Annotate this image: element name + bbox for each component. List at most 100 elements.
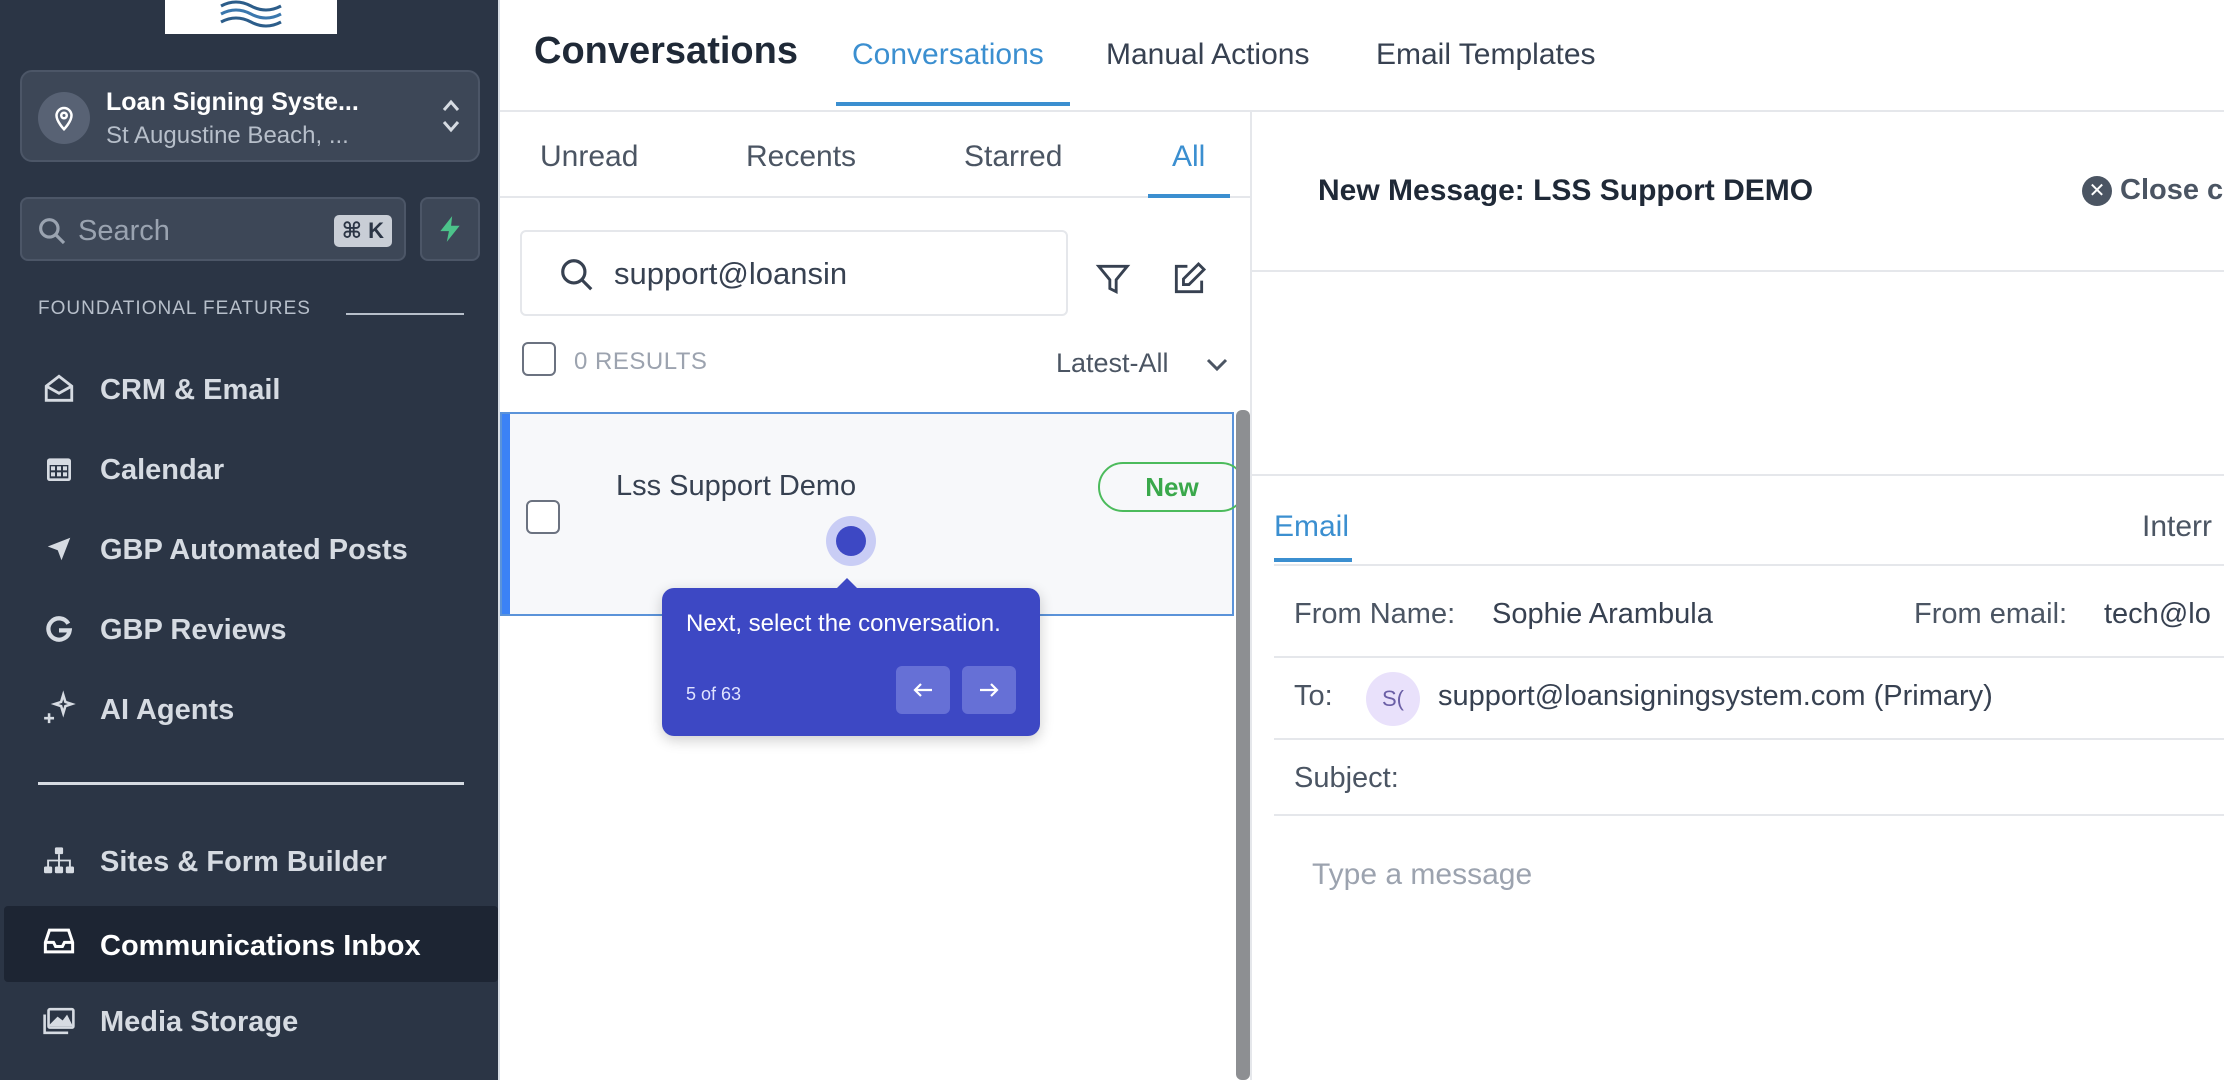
location-address: St Augustine Beach, ... [106,122,349,149]
avatar: S( [1366,672,1420,726]
subject-input[interactable] [1462,752,2202,806]
arrow-right-icon [980,683,999,697]
tab-email-templates[interactable]: Email Templates [1376,38,1596,72]
tour-step-count: 5 of 63 [686,684,742,704]
selected-accent [502,414,510,614]
tab-manual-actions[interactable]: Manual Actions [1106,38,1309,72]
lightning-icon [440,216,460,242]
images-icon [42,1004,76,1038]
sidebar-item-calendar[interactable]: Calendar [4,438,498,500]
from-divider [1274,656,2224,658]
quick-actions-button[interactable] [420,197,480,261]
section-label: FOUNDATIONAL FEATURES [38,298,311,319]
filter-tab-recents[interactable]: Recents [746,140,856,174]
tabs-divider [1274,564,2224,566]
tooltip-arrow [836,578,858,589]
sparkle-icon [42,690,76,726]
location-pin-icon [38,92,90,144]
sidebar-item-communications-inbox[interactable]: Communications Inbox [4,906,498,982]
from-name-value[interactable]: Sophie Arambula [1492,598,1713,631]
to-recipient[interactable]: support@loansigningsystem.com (Primary) [1438,680,1993,713]
conversation-search-value: support@loansin [614,256,848,291]
message-body-input[interactable]: Type a message [1312,858,1532,892]
subject-label: Subject: [1294,762,1399,794]
search-icon [561,259,593,291]
send-arrow-icon [42,532,76,566]
sidebar-item-crm-email[interactable]: CRM & Email [4,358,498,420]
filter-divider [500,196,1250,198]
tab-email[interactable]: Email [1274,510,1349,544]
sidebar-item-sites-form-builder[interactable]: Sites & Form Builder [4,830,498,892]
filter-tab-unread[interactable]: Unread [540,140,638,174]
calendar-icon [42,452,76,486]
sidebar-item-gbp-automated-posts[interactable]: GBP Automated Posts [4,518,498,580]
sidebar-item-label: Calendar [100,454,225,486]
email-tab-underline [1274,558,1352,562]
tour-beacon[interactable] [826,516,876,566]
search-placeholder: Search [78,215,170,247]
chevron-down-icon[interactable] [1204,356,1230,374]
close-label: Close c [2120,174,2224,206]
tour-prev-button[interactable] [896,666,950,714]
sidebar-item-label: Media Storage [100,1006,299,1038]
to-label: To: [1294,680,1333,712]
sidebar-item-label: Sites & Form Builder [100,846,387,878]
top-header: Conversations Conversations Manual Actio… [500,0,2224,112]
location-switcher[interactable]: Loan Signing Syste... St Augustine Beach… [20,70,480,162]
inbox-icon [42,924,76,958]
message-pane: New Message: LSS Support DEMO ✕ Close c E… [1252,112,2224,1080]
message-title: New Message: LSS Support DEMO [1318,174,1814,207]
sidebar-item-label: AI Agents [100,694,235,726]
conversation-checkbox[interactable] [526,500,560,534]
chevron-up-down-icon [442,99,460,133]
tour-tooltip: Next, select the conversation. 5 of 63 [662,578,1040,736]
tour-beacon-dot [836,526,866,556]
select-all-checkbox[interactable] [522,342,556,376]
scrollbar[interactable] [1236,410,1250,1080]
conversation-search-input[interactable]: support@loansin [520,230,1068,316]
filter-tab-starred[interactable]: Starred [964,140,1062,174]
results-count: 0 RESULTS [574,348,708,375]
sidebar-item-label: Communications Inbox [100,930,421,962]
to-divider [1274,738,2224,740]
compose-icon[interactable] [1170,260,1208,298]
close-icon: ✕ [2082,176,2112,206]
sidebar-item-media-storage[interactable]: Media Storage [4,990,498,1052]
filter-funnel-icon[interactable] [1094,260,1132,298]
conversation-item[interactable]: Lss Support Demo New [500,412,1246,616]
from-email-value[interactable]: tech@lo [2104,598,2211,631]
sidebar-search[interactable]: Search ⌘ K [20,197,406,261]
close-conversation-button[interactable]: ✕ Close c [2082,174,2223,207]
arrow-left-icon [913,683,932,697]
sidebar-item-ai-agents[interactable]: AI Agents [4,678,498,740]
title-divider [1252,270,2224,272]
tab-conversations[interactable]: Conversations [852,38,1044,72]
sidebar-item-gbp-reviews[interactable]: GBP Reviews [4,598,498,660]
company-logo [165,0,337,34]
conversation-name: Lss Support Demo [616,470,857,502]
envelope-open-icon [42,372,76,406]
google-icon [42,612,76,646]
filter-tab-all[interactable]: All [1172,140,1205,174]
tour-next-button[interactable] [962,666,1016,714]
search-shortcut: ⌘ K [333,215,392,247]
sort-dropdown[interactable]: Latest-All [1056,348,1169,379]
sidebar-item-label: CRM & Email [100,374,281,406]
compose-divider [1252,474,2224,476]
location-name: Loan Signing Syste... [106,88,359,116]
sidebar: Loan Signing Syste... St Augustine Beach… [0,0,500,1080]
tab-internal[interactable]: Interr [2142,510,2212,544]
tab-underline [836,102,1070,106]
section-line [346,313,464,315]
status-badge: New [1098,462,1246,512]
tour-text: Next, select the conversation. [686,610,1001,637]
sidebar-divider [38,782,464,785]
page-title: Conversations [534,30,798,72]
search-icon [39,218,66,245]
wave-logo-icon [220,0,282,28]
from-email-label: From email: [1914,598,2068,630]
sidebar-item-label: GBP Reviews [100,614,287,646]
filter-underline [1148,194,1230,198]
from-name-label: From Name: [1294,598,1456,630]
subject-divider [1274,814,2224,816]
